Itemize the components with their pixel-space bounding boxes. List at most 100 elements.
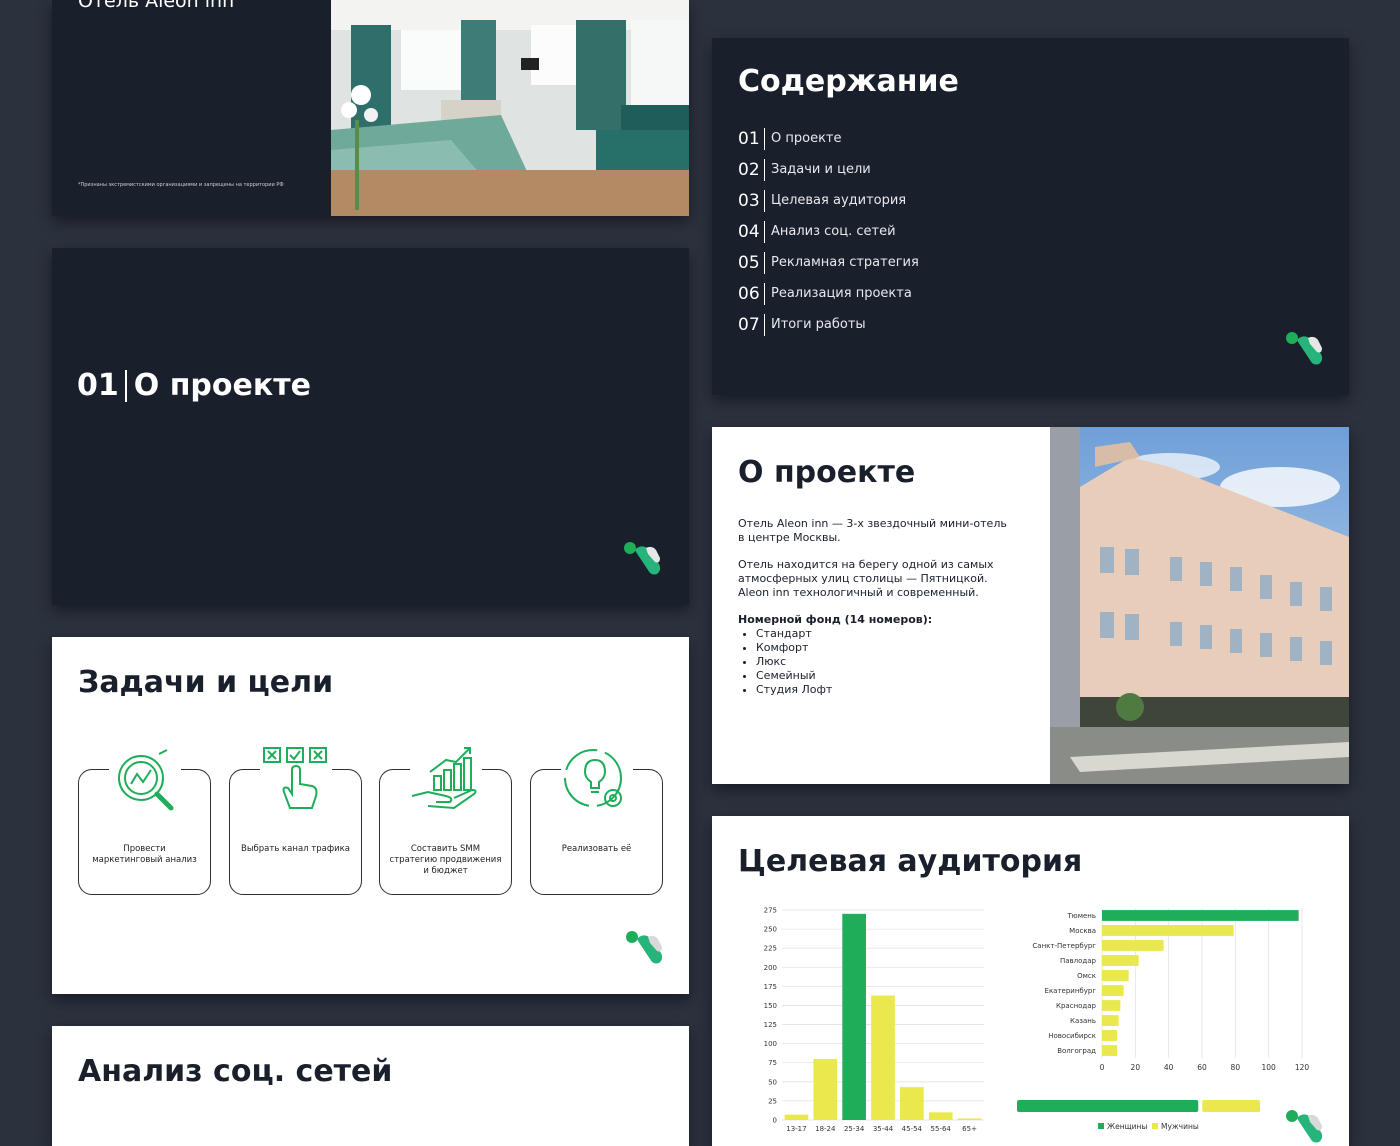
divider <box>764 313 765 336</box>
city-bar-chart: 0 20 40 60 80 100 120 Тюмень Москва Санкт-Петербу… <box>1032 908 1310 1072</box>
contents-item-num: 06 <box>738 283 760 304</box>
hotel-title-slide[interactable]: Отель Aleon inn *Признаны экстремистским… <box>52 0 689 216</box>
contents-item-num: 07 <box>738 314 760 335</box>
bar <box>957 1118 982 1120</box>
divider <box>124 369 127 402</box>
y-tick-label: Казань <box>1070 1017 1096 1025</box>
about-text: Отель Aleon inn — 3-х звездочный мини-от… <box>738 517 1008 697</box>
contents-item-num: 01 <box>738 128 760 149</box>
goal-card[interactable]: Составить SMM стратегию продвижения и бю… <box>379 746 512 895</box>
social-analysis-slide[interactable]: Анализ соц. сетей <box>52 1026 689 1146</box>
bar <box>1102 910 1299 921</box>
goal-card[interactable]: Выбрать канал трафика <box>229 746 362 895</box>
x-tick-label: 13-17 <box>786 1125 806 1133</box>
bar-segment <box>1017 1100 1199 1112</box>
x-tick-label: 0 <box>1100 1063 1105 1072</box>
legend-swatch <box>1152 1123 1158 1129</box>
y-tick-label: 200 <box>764 964 777 972</box>
contents-item-label: Итоги работы <box>771 317 866 332</box>
contents-item-label: О проекте <box>771 131 842 146</box>
contents-item[interactable]: 07 Итоги работы <box>738 309 919 340</box>
rooms-list: Стандарт Комфорт Люкс Семейный Студия Ло… <box>738 627 1008 697</box>
goal-card[interactable]: Реализовать её <box>530 746 663 895</box>
list-item: Комфорт <box>756 641 1008 655</box>
divider <box>764 251 765 274</box>
bar <box>900 1087 924 1120</box>
rooms-title: Номерной фонд (14 номеров): <box>738 613 933 626</box>
y-tick-label: Екатеринбург <box>1045 987 1097 995</box>
contents-title: Содержание <box>738 64 959 99</box>
x-tick-label: 25-34 <box>844 1125 865 1133</box>
contents-item[interactable]: 05 Рекламная стратегия <box>738 247 919 278</box>
bar <box>871 995 895 1120</box>
y-tick-label: 50 <box>768 1078 777 1086</box>
contents-slide[interactable]: Содержание 01 О проекте 02 Задачи и цели 0… <box>712 38 1349 395</box>
x-tick-label: 65+ <box>962 1125 977 1133</box>
bar <box>1102 955 1139 966</box>
x-tick-label: 45-54 <box>902 1125 923 1133</box>
contents-item-label: Задачи и цели <box>771 162 871 177</box>
y-tick-label: 125 <box>764 1021 777 1029</box>
list-item: Студия Лофт <box>756 683 1008 697</box>
x-tick-label: 18-24 <box>815 1125 836 1133</box>
goal-card[interactable]: Провести маркетинговый анализ <box>78 746 211 895</box>
contents-item-num: 04 <box>738 221 760 242</box>
contents-item[interactable]: 02 Задачи и цели <box>738 154 919 185</box>
x-tick-label: 120 <box>1295 1063 1310 1072</box>
bar <box>1102 940 1164 951</box>
contents-item-label: Реализация проекта <box>771 286 912 301</box>
contents-list: 01 О проекте 02 Задачи и цели 03 Целевая ау… <box>738 123 919 340</box>
list-item: Стандарт <box>756 627 1008 641</box>
contents-item-label: Рекламная стратегия <box>771 255 919 270</box>
contents-item-num: 05 <box>738 252 760 273</box>
about-title: О проекте <box>738 455 916 490</box>
x-tick-label: 35-44 <box>873 1125 894 1133</box>
bar <box>928 1112 953 1120</box>
hand-growth-chart-icon <box>410 746 482 816</box>
hand-choose-icon <box>260 746 332 816</box>
audience-slide[interactable]: Целевая аудитория 0 25 50 75 100 125 150 175 200… <box>712 816 1349 1146</box>
hotel-footnote: *Признаны экстремистскими организациями … <box>78 182 284 188</box>
analytics-magnifier-icon <box>109 746 181 816</box>
about-paragraph: Отель Aleon inn — 3-х звездочный мини-от… <box>738 517 1007 544</box>
contents-item[interactable]: 04 Анализ соц. сетей <box>738 216 919 247</box>
y-tick-label: Санкт-Петербург <box>1032 942 1096 950</box>
y-tick-label: 225 <box>764 945 777 953</box>
contents-item[interactable]: 01 О проекте <box>738 123 919 154</box>
social-title: Анализ соц. сетей <box>78 1054 393 1089</box>
hotel-building-photo <box>1050 427 1349 784</box>
gender-stacked-chart: Женщины Мужчины <box>1017 1100 1260 1131</box>
contents-item[interactable]: 06 Реализация проекта <box>738 278 919 309</box>
about-slide[interactable]: О проекте Отель Aleon inn — 3-х звездочн… <box>712 427 1349 784</box>
x-tick-label: 60 <box>1197 1063 1207 1072</box>
goal-caption: Провести маркетинговый анализ <box>92 844 197 865</box>
y-tick-label: 100 <box>764 1040 777 1048</box>
list-item: Люкс <box>756 655 1008 669</box>
age-bar-chart: 0 25 50 75 100 125 150 175 200 225 250 275 13-17 18-2… <box>764 907 984 1133</box>
section-heading: 01 О проекте <box>77 368 311 403</box>
brand-logo-icon <box>626 931 663 964</box>
hotel-title: Отель Aleon inn <box>78 0 235 12</box>
contents-item[interactable]: 03 Целевая аудитория <box>738 185 919 216</box>
bar <box>1102 925 1234 936</box>
y-tick-label: 25 <box>768 1097 777 1105</box>
section-number: 01 <box>77 368 119 403</box>
divider <box>764 220 765 243</box>
brand-logo-icon <box>1286 1110 1323 1143</box>
contents-item-num: 02 <box>738 159 760 180</box>
divider <box>764 189 765 212</box>
audience-title: Целевая аудитория <box>738 844 1083 879</box>
bar <box>1102 1030 1117 1041</box>
legend-label: Мужчины <box>1161 1122 1199 1131</box>
section-slide[interactable]: 01 О проекте <box>52 248 689 605</box>
contents-item-label: Целевая аудитория <box>771 193 907 208</box>
section-title: О проекте <box>133 368 311 403</box>
divider <box>764 282 765 305</box>
bar <box>1102 985 1124 996</box>
bar <box>842 913 866 1120</box>
bar <box>1102 1045 1117 1056</box>
hotel-room-photo <box>331 0 689 216</box>
goals-slide[interactable]: Задачи и цели Провести маркетинговый ана… <box>52 637 689 994</box>
y-tick-label: Павлодар <box>1060 957 1097 965</box>
x-tick-label: 100 <box>1262 1063 1277 1072</box>
